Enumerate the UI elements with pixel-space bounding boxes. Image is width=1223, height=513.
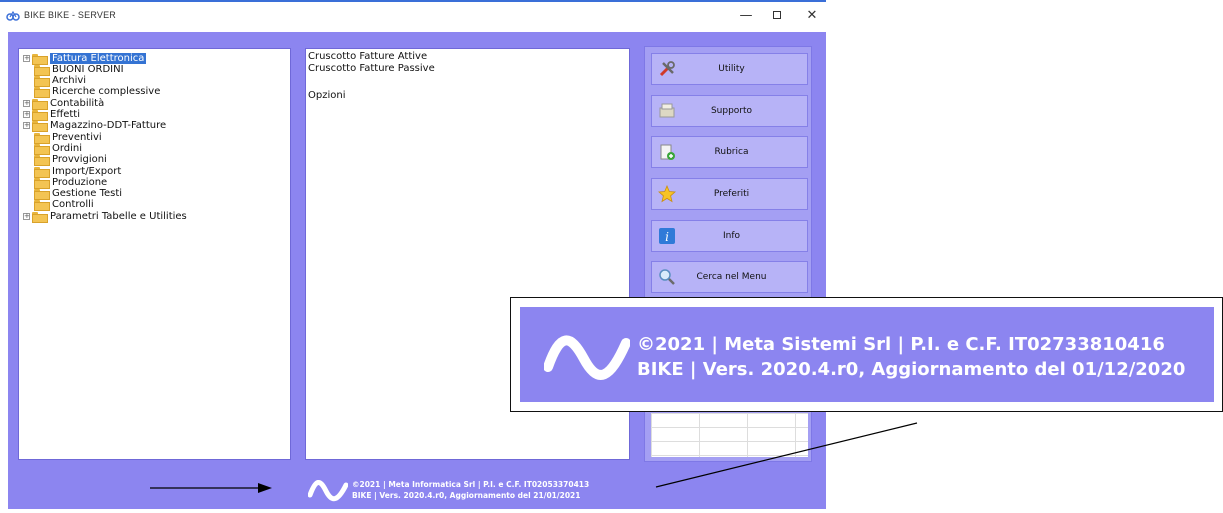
tree-item-label: Produzione <box>52 176 108 188</box>
title-bar: BIKE BIKE - SERVER — ✕ <box>0 2 831 32</box>
expand-icon[interactable]: + <box>23 212 30 220</box>
tree-item[interactable]: Ordini <box>23 142 83 155</box>
arrow-annotation-icon <box>150 483 272 493</box>
expand-icon[interactable]: + <box>23 122 30 130</box>
maximize-button[interactable] <box>765 7 789 25</box>
preferiti-label: Preferiti <box>713 189 750 199</box>
tree-item[interactable]: Ricerche complessive <box>23 86 161 99</box>
folder-icon <box>32 98 48 110</box>
folder-icon <box>34 200 50 212</box>
meta-logo-icon <box>308 480 348 502</box>
maximize-icon <box>773 11 781 19</box>
tree-item-label: Ordini <box>52 142 83 154</box>
folder-icon <box>34 177 50 189</box>
tree-item[interactable]: + Contabilità <box>23 97 105 110</box>
star-icon <box>658 185 676 203</box>
tree-item-label: BUONI ORDINI <box>52 63 124 75</box>
footer-line-1: ©2021 | Meta Informatica Srl | P.I. e C.… <box>352 480 590 489</box>
menu-item-cruscotto-attive[interactable]: Cruscotto Fatture Attive <box>308 51 427 62</box>
zoom-line-1: ©2021 | Meta Sistemi Srl | P.I. e C.F. I… <box>637 334 1165 355</box>
folder-icon <box>32 211 48 223</box>
folder-icon <box>32 53 48 65</box>
tree-item[interactable]: Import/Export <box>23 165 122 178</box>
folder-icon <box>34 87 50 99</box>
tree-item[interactable]: + Fattura Elettronica <box>23 52 147 65</box>
tree-item-label: Ricerche complessive <box>52 86 161 98</box>
folder-icon <box>34 155 50 167</box>
svg-text:i: i <box>665 230 669 244</box>
minimize-button[interactable]: — <box>734 7 758 25</box>
app-icon <box>6 10 20 21</box>
footer-line-2: BIKE | Vers. 2020.4.r0, Aggiornamento de… <box>352 491 581 500</box>
tree-item-label: Preventivi <box>52 131 102 143</box>
cerca-nel-menu-button[interactable]: Cerca nel Menu <box>651 261 808 293</box>
tree-item-label: Controlli <box>52 199 94 211</box>
tree-item[interactable]: Archivi <box>23 75 87 88</box>
close-button[interactable]: ✕ <box>800 7 824 25</box>
meta-logo-large-icon <box>544 335 630 380</box>
expand-icon[interactable]: + <box>23 99 30 107</box>
folder-icon <box>34 189 50 201</box>
cerca-nel-menu-label: Cerca nel Menu <box>696 272 767 282</box>
utility-button[interactable]: Utility <box>651 53 808 85</box>
tree-item[interactable]: Preventivi <box>23 131 102 144</box>
zoom-line-2: BIKE | Vers. 2020.4.r0, Aggiornamento de… <box>637 359 1186 380</box>
calendar-grid <box>651 413 808 457</box>
expand-icon[interactable]: + <box>23 54 30 62</box>
menu-item-cruscotto-passive[interactable]: Cruscotto Fatture Passive <box>308 63 435 74</box>
preferiti-button[interactable]: Preferiti <box>651 178 808 210</box>
tree-item[interactable]: BUONI ORDINI <box>23 63 124 76</box>
tree-item-label: Provvigioni <box>52 154 107 166</box>
menu-item-opzioni[interactable]: Opzioni <box>308 90 345 101</box>
menu-tree: + Fattura Elettronica BUONI ORDINI Archivi R… <box>18 48 291 460</box>
tree-item[interactable]: Produzione <box>23 176 108 189</box>
folder-icon <box>34 64 50 76</box>
folder-icon <box>34 132 50 144</box>
supporto-label: Supporto <box>710 106 753 116</box>
folder-icon <box>32 110 48 121</box>
zoom-callout: ©2021 | Meta Sistemi Srl | P.I. e C.F. I… <box>510 297 1223 412</box>
folder-icon <box>34 143 50 155</box>
expand-icon[interactable]: + <box>23 111 30 118</box>
rubrica-label: Rubrica <box>714 147 749 157</box>
tree-item-label: Contabilità <box>50 97 105 109</box>
tree-item[interactable]: Provvigioni <box>23 154 107 167</box>
support-icon <box>658 102 676 120</box>
folder-icon <box>34 166 50 178</box>
window-title: BIKE BIKE - SERVER <box>24 10 116 20</box>
tree-item-label: Gestione Testi <box>52 188 123 200</box>
zoom-copyright-text: ©2021 | Meta Sistemi Srl | P.I. e C.F. I… <box>637 332 1185 382</box>
tree-item-label: Parametri Tabelle e Utilities <box>50 210 187 222</box>
footer-copyright: ©2021 | Meta Informatica Srl | P.I. e C.… <box>352 479 589 501</box>
folder-icon <box>32 121 48 133</box>
magnifier-icon <box>658 268 676 286</box>
info-label: Info <box>722 231 741 241</box>
tree-item[interactable]: Gestione Testi <box>23 188 123 201</box>
tree-item[interactable]: Controlli <box>23 199 94 212</box>
tree-item-label: Archivi <box>52 75 87 87</box>
rubrica-button[interactable]: Rubrica <box>651 136 808 168</box>
tree-item[interactable]: + Magazzino-DDT-Fatture <box>23 120 167 133</box>
tree-item[interactable]: + Effetti <box>23 109 80 121</box>
tree-item-label: Effetti <box>50 109 80 120</box>
info-button[interactable]: i Info <box>651 220 808 252</box>
zoom-callout-banner: ©2021 | Meta Sistemi Srl | P.I. e C.F. I… <box>520 307 1214 402</box>
tree-item-label: Import/Export <box>52 165 122 177</box>
address-book-icon <box>658 143 676 161</box>
tools-icon <box>658 60 676 78</box>
info-icon: i <box>658 227 676 245</box>
utility-label: Utility <box>718 64 745 74</box>
tree-item-label: Magazzino-DDT-Fatture <box>50 120 167 132</box>
folder-icon <box>34 76 50 88</box>
tree-item[interactable]: + Parametri Tabelle e Utilities <box>23 210 187 223</box>
tree-item-label: Fattura Elettronica <box>50 52 147 64</box>
supporto-button[interactable]: Supporto <box>651 95 808 127</box>
